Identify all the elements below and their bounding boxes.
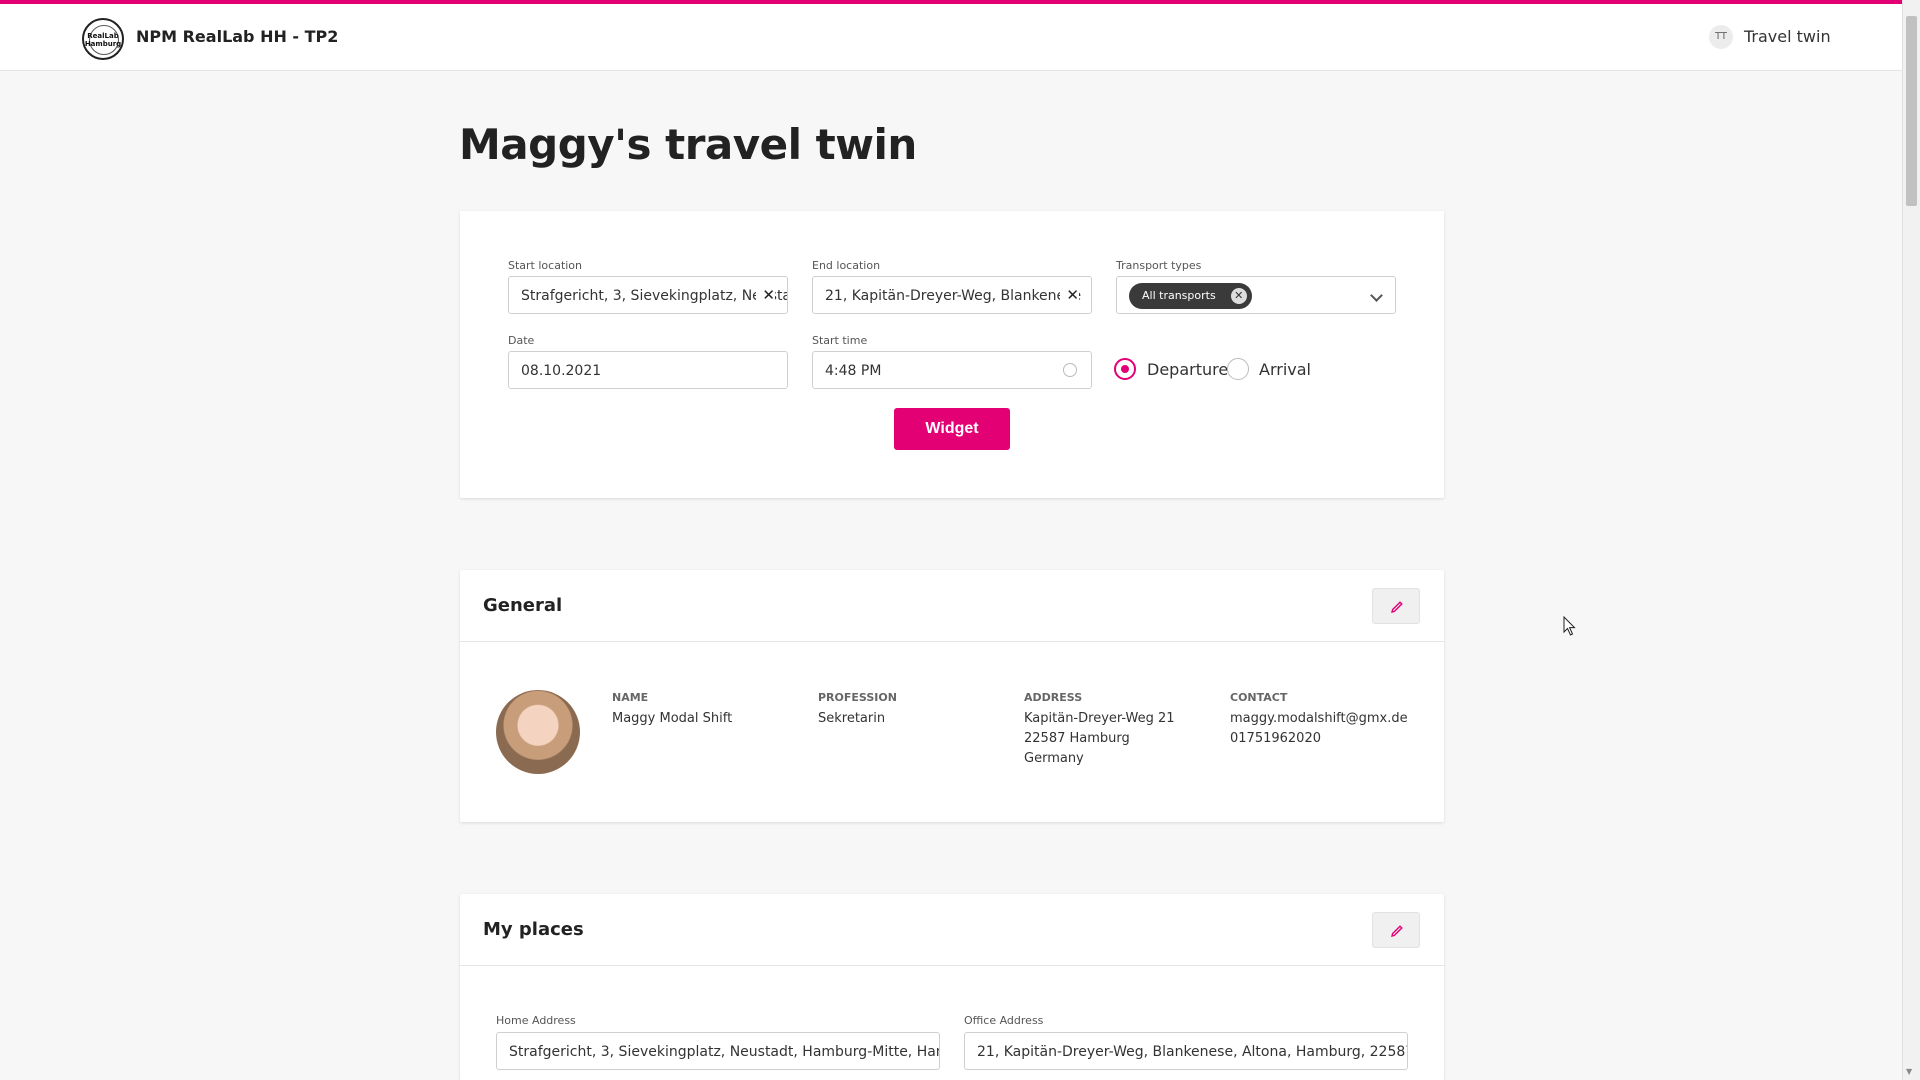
home-address-label: Home Address <box>496 1014 576 1027</box>
page-scrollbar[interactable]: ▼ <box>1902 0 1920 1080</box>
name-value: Maggy Modal Shift <box>612 711 733 726</box>
address-label: ADDRESS <box>1024 691 1083 704</box>
edit-general-button[interactable] <box>1372 588 1420 624</box>
reallab-logo[interactable]: RealLab Hamburg <box>82 18 124 60</box>
profession-value: Sekretarin <box>818 711 886 726</box>
arrival-label[interactable]: Arrival <box>1259 360 1311 379</box>
end-location-input[interactable]: 21, Kapitän-Dreyer-Weg, Blankenese ✕ <box>812 276 1092 314</box>
contact-label: CONTACT <box>1230 691 1288 704</box>
departure-radio[interactable] <box>1114 358 1136 380</box>
home-address-value: Strafgericht, 3, Sievekingplatz, Neustad… <box>509 1044 940 1060</box>
date-value: 08.10.2021 <box>521 363 602 379</box>
contact-value: maggy.modalshift@gmx.de 01751962020 <box>1230 709 1408 749</box>
chevron-down-icon[interactable] <box>1370 289 1383 302</box>
start-time-input[interactable]: 4:48 PM <box>812 351 1092 389</box>
my-places-card-header: My places <box>460 894 1444 966</box>
logo-text: RealLab Hamburg <box>84 32 122 48</box>
transport-chip[interactable]: All transports ✕ <box>1129 283 1252 309</box>
mouse-cursor-icon <box>1563 616 1576 636</box>
name-label: NAME <box>612 691 649 704</box>
user-avatar[interactable]: TT <box>1709 25 1733 49</box>
start-time-value: 4:48 PM <box>825 363 882 379</box>
contact-phone: 01751962020 <box>1230 731 1321 746</box>
address-line-country: Germany <box>1024 751 1084 766</box>
user-menu-label[interactable]: Travel twin <box>1744 27 1831 46</box>
clear-start-close-icon[interactable]: ✕ <box>756 286 775 304</box>
departure-label[interactable]: Departure <box>1147 360 1228 379</box>
start-location-input[interactable]: Strafgericht, 3, Sievekingplatz, Neustad… <box>508 276 788 314</box>
my-places-title: My places <box>483 919 584 940</box>
address-line-street: Kapitän-Dreyer-Weg 21 <box>1024 711 1175 726</box>
edit-places-button[interactable] <box>1372 912 1420 948</box>
general-card: General NAME Maggy Modal Shift PROFESSIO… <box>460 570 1444 822</box>
address-value: Kapitän-Dreyer-Weg 21 22587 Hamburg Germ… <box>1024 709 1175 769</box>
clear-end-close-icon[interactable]: ✕ <box>1060 286 1079 304</box>
start-location-label: Start location <box>508 259 583 272</box>
scrollbar-thumb[interactable] <box>1906 16 1917 206</box>
end-location-label: End location <box>812 259 881 272</box>
end-location-value: 21, Kapitän-Dreyer-Weg, Blankenese <box>825 288 1082 304</box>
general-card-header: General <box>460 570 1444 642</box>
widget-button[interactable]: Widget <box>894 408 1010 450</box>
pencil-icon <box>1391 925 1403 937</box>
app-title[interactable]: NPM RealLab HH - TP2 <box>136 27 338 46</box>
page-title: Maggy's travel twin <box>459 120 917 169</box>
transport-types-label: Transport types <box>1116 259 1202 272</box>
transport-types-select[interactable]: All transports ✕ <box>1116 276 1396 314</box>
arrival-radio[interactable] <box>1227 358 1249 380</box>
scroll-down-arrow-icon[interactable]: ▼ <box>1906 1067 1912 1076</box>
profession-label: PROFESSION <box>818 691 897 704</box>
transport-chip-label: All transports <box>1142 289 1216 302</box>
office-address-label: Office Address <box>964 1014 1044 1027</box>
start-location-value: Strafgericht, 3, Sievekingplatz, Neustad… <box>521 288 788 304</box>
start-time-label: Start time <box>812 334 868 347</box>
date-label: Date <box>508 334 535 347</box>
office-address-input[interactable]: 21, Kapitän-Dreyer-Weg, Blankenese, Alto… <box>964 1032 1408 1070</box>
trip-search-card: Start location Strafgericht, 3, Sievekin… <box>460 211 1444 498</box>
my-places-card: My places Home Address Strafgericht, 3, … <box>460 894 1444 1080</box>
office-address-value: 21, Kapitän-Dreyer-Weg, Blankenese, Alto… <box>977 1044 1407 1060</box>
home-address-input[interactable]: Strafgericht, 3, Sievekingplatz, Neustad… <box>496 1032 940 1070</box>
top-navbar: RealLab Hamburg NPM RealLab HH - TP2 TT … <box>0 4 1902 71</box>
profile-avatar <box>496 690 580 774</box>
remove-chip-close-icon[interactable]: ✕ <box>1230 288 1247 304</box>
address-line-city: 22587 Hamburg <box>1024 731 1130 746</box>
general-title: General <box>483 595 563 616</box>
date-input[interactable]: 08.10.2021 <box>508 351 788 389</box>
clock-icon[interactable] <box>1063 363 1077 377</box>
pencil-icon <box>1391 601 1403 613</box>
contact-email: maggy.modalshift@gmx.de <box>1230 711 1408 726</box>
